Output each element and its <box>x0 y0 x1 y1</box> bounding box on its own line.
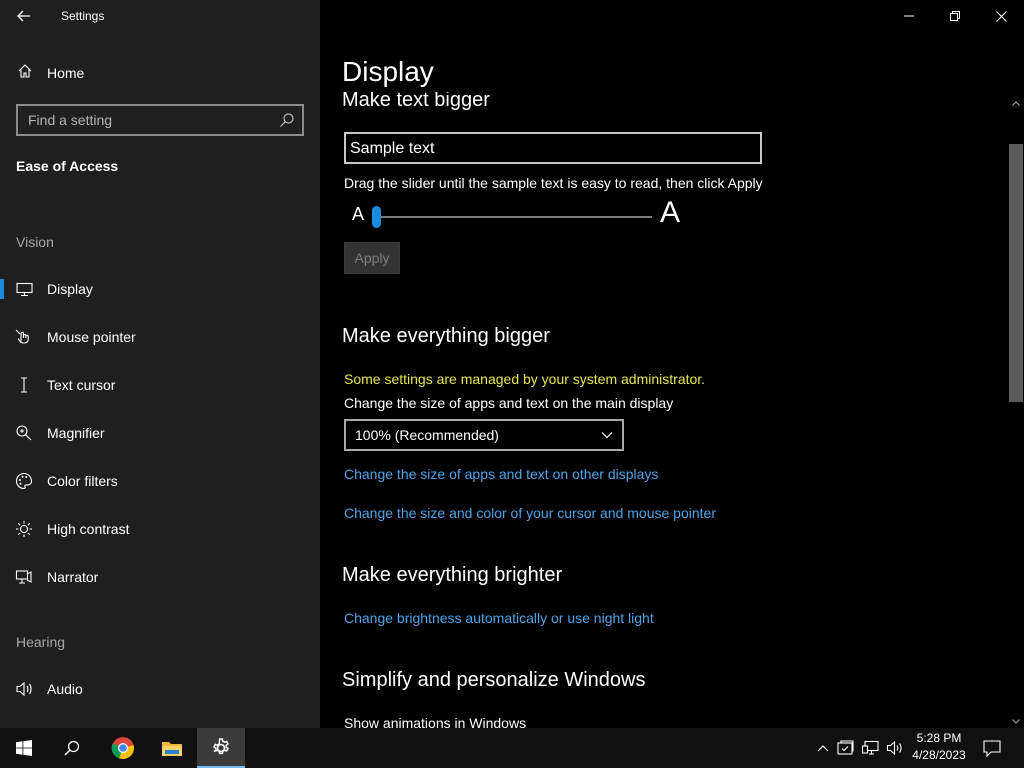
scale-label: Change the size of apps and text on the … <box>344 395 674 411</box>
monitor-icon <box>14 279 34 299</box>
heading-make-text-bigger: Make text bigger <box>342 92 490 111</box>
link-other-displays[interactable]: Change the size of apps and text on othe… <box>344 466 658 482</box>
sidebar-item-label: Home <box>47 65 85 81</box>
sidebar-item-display[interactable]: Display <box>0 271 320 307</box>
network-icon <box>862 740 879 755</box>
text-size-slider-thumb[interactable] <box>372 206 381 228</box>
restore-button[interactable] <box>932 0 978 32</box>
heading-make-everything-brighter: Make everything brighter <box>342 564 563 586</box>
sidebar-item-label: Magnifier <box>47 425 105 441</box>
clock-date: 4/28/2023 <box>912 748 966 762</box>
sidebar-item-label: Color filters <box>47 473 118 489</box>
search-input[interactable] <box>18 112 268 128</box>
sidebar-item-mouse-pointer[interactable]: Mouse pointer <box>0 319 320 355</box>
sidebar: Settings Home Ease of Access Vision Disp… <box>0 0 320 728</box>
restore-icon <box>950 11 960 21</box>
start-icon <box>16 740 32 756</box>
scale-dropdown-value: 100% (Recommended) <box>355 427 499 443</box>
link-cursor-pointer[interactable]: Change the size and color of your cursor… <box>344 505 716 521</box>
search-icon[interactable] <box>278 111 296 129</box>
slider-instructions: Drag the slider until the sample text is… <box>344 175 763 191</box>
narrator-icon <box>14 567 34 587</box>
heading-simplify: Simplify and personalize Windows <box>342 669 646 691</box>
minimize-button[interactable] <box>886 0 932 32</box>
app-title: Settings <box>61 9 105 23</box>
back-arrow-icon <box>17 10 30 22</box>
clock-time: 5:28 PM <box>916 731 962 745</box>
mouse-pointer-icon <box>14 327 34 347</box>
admin-notice: Some settings are managed by your system… <box>344 371 706 387</box>
text-size-slider-track[interactable] <box>376 216 652 218</box>
vertical-scrollbar[interactable] <box>1008 96 1024 728</box>
title-bar: Settings <box>0 0 320 32</box>
chevron-up-icon <box>817 745 829 752</box>
scale-dropdown[interactable]: 100% (Recommended) <box>344 419 624 451</box>
tray-network[interactable] <box>861 728 881 768</box>
sidebar-item-audio[interactable]: Audio <box>0 671 320 707</box>
file-explorer-icon <box>162 742 182 756</box>
speaker-icon <box>14 679 34 699</box>
taskbar-file-explorer[interactable] <box>148 728 196 768</box>
tray-security[interactable] <box>836 728 856 768</box>
minimize-icon <box>904 15 914 17</box>
content-pane: Make text bigger Sample text Drag the sl… <box>320 92 1008 728</box>
sidebar-item-label: Text cursor <box>47 377 116 393</box>
slider-max-label: A <box>660 196 681 229</box>
taskbar-chrome[interactable] <box>99 728 147 768</box>
scrollbar-thumb[interactable] <box>1009 144 1023 402</box>
tray-overflow-button[interactable] <box>814 728 832 768</box>
show-animations-label: Show animations in Windows <box>344 715 527 728</box>
sidebar-item-label: Narrator <box>47 569 99 585</box>
sidebar-item-text-cursor[interactable]: Text cursor <box>0 367 320 403</box>
link-brightness[interactable]: Change brightness automatically or use n… <box>344 610 654 626</box>
group-header-vision: Vision <box>16 234 54 250</box>
sidebar-item-label: Mouse pointer <box>47 329 136 345</box>
taskbar-search-button[interactable] <box>48 728 96 768</box>
scroll-down-button[interactable] <box>1008 714 1024 728</box>
window-controls <box>886 0 1024 32</box>
home-icon <box>16 63 34 84</box>
palette-icon <box>14 471 34 491</box>
sidebar-item-label: Audio <box>47 681 83 697</box>
security-icon <box>837 740 854 755</box>
slider-min-label: A <box>352 204 365 224</box>
chrome-icon <box>111 737 134 760</box>
section-title: Ease of Access <box>16 158 119 174</box>
scroll-up-icon <box>1012 100 1020 106</box>
sidebar-item-label: High contrast <box>47 521 130 537</box>
sidebar-item-high-contrast[interactable]: High contrast <box>0 511 320 547</box>
heading-make-everything-bigger: Make everything bigger <box>342 325 550 347</box>
close-icon <box>995 10 1007 22</box>
text-cursor-icon <box>14 375 34 395</box>
start-button[interactable] <box>0 728 48 768</box>
sidebar-item-home[interactable]: Home <box>0 58 320 88</box>
action-center-button[interactable] <box>980 728 1004 768</box>
taskbar: 5:28 PM 4/28/2023 <box>0 728 1024 768</box>
page-title: Display <box>342 56 434 87</box>
close-button[interactable] <box>978 0 1024 32</box>
sidebar-item-label: Display <box>47 281 93 297</box>
taskbar-settings[interactable] <box>197 728 245 768</box>
group-header-hearing: Hearing <box>16 634 66 650</box>
magnifier-icon <box>14 423 34 443</box>
brightness-icon <box>14 519 34 539</box>
search-icon <box>64 740 80 756</box>
taskbar-clock[interactable]: 5:28 PM 4/28/2023 <box>906 730 972 766</box>
scroll-down-icon <box>1012 718 1020 724</box>
tray-volume[interactable] <box>885 728 905 768</box>
sidebar-item-narrator[interactable]: Narrator <box>0 559 320 595</box>
sidebar-item-color-filters[interactable]: Color filters <box>0 463 320 499</box>
search-box <box>16 104 304 136</box>
settings-gear-icon <box>213 738 229 755</box>
chevron-down-icon <box>592 431 622 439</box>
apply-button[interactable]: Apply <box>344 242 400 274</box>
back-button[interactable] <box>8 2 40 30</box>
notification-icon <box>983 739 1001 757</box>
scroll-up-button[interactable] <box>1008 96 1024 110</box>
sample-text-box: Sample text <box>344 132 762 164</box>
sidebar-item-magnifier[interactable]: Magnifier <box>0 415 320 451</box>
volume-icon <box>886 740 902 756</box>
